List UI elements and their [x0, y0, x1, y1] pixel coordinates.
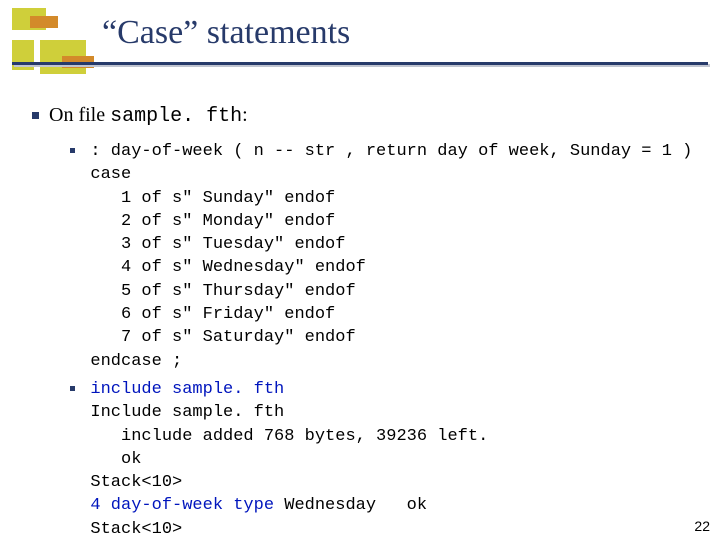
code-text: case: [90, 165, 131, 184]
code-text: 7 of s" Saturday" endof: [90, 328, 355, 347]
code-line-6: [70, 282, 90, 301]
code-text: endcase ;: [90, 352, 182, 371]
code-text: 1 of s" Sunday" endof: [90, 189, 335, 208]
code-line-2: [70, 189, 90, 208]
pad: [70, 496, 90, 515]
code-line-4: [70, 235, 90, 254]
intro-filename: sample. fth: [110, 105, 242, 128]
pad: [70, 473, 90, 492]
code-line-1: [70, 165, 90, 184]
code-output-2: include added 768 bytes, 39236 left.: [90, 427, 488, 446]
intro-prefix: On file: [49, 104, 110, 126]
code-output-1: Include sample. fth: [90, 403, 284, 422]
code-text: 4 of s" Wednesday" endof: [90, 258, 365, 277]
intro-line: On file sample. fth:: [32, 104, 248, 128]
code-text: 3 of s" Tuesday" endof: [90, 235, 345, 254]
slide-title: “Case” statements: [102, 14, 350, 52]
code-text: 6 of s" Friday" endof: [90, 305, 335, 324]
intro-suffix: :: [242, 104, 248, 126]
slide: “Case” statements On file sample. fth: :…: [0, 0, 720, 540]
accent-block-2: [30, 16, 58, 28]
code-line-8: [70, 328, 90, 347]
code-text: 2 of s" Monday" endof: [90, 212, 335, 231]
code-output-3: ok: [90, 450, 141, 469]
code-input-1: include sample. fth: [90, 380, 284, 399]
code-line-5: [70, 258, 90, 277]
pad: [70, 520, 90, 539]
code-input-2: 4 day-of-week type: [90, 496, 284, 515]
pad: [70, 427, 90, 446]
pad: [70, 450, 90, 469]
code-line-0: : day-of-week ( n -- str , return day of…: [90, 142, 692, 161]
pad: [70, 380, 90, 399]
page-number: 22: [694, 518, 710, 534]
code-text: 5 of s" Thursday" endof: [90, 282, 355, 301]
code-output-4: Stack<10>: [90, 473, 182, 492]
code-block-definition: : day-of-week ( n -- str , return day of…: [70, 140, 692, 373]
code-line-7: [70, 305, 90, 324]
pad: [70, 403, 90, 422]
code-line: [70, 142, 90, 161]
code-block-session: include sample. fth Include sample. fth …: [70, 378, 488, 540]
title-underline: [12, 62, 708, 65]
bullet-icon: [32, 112, 39, 119]
code-output-6: Stack<10>: [90, 520, 182, 539]
code-line-9: [70, 352, 90, 371]
code-output-5: Wednesday ok: [284, 496, 427, 515]
code-line-3: [70, 212, 90, 231]
